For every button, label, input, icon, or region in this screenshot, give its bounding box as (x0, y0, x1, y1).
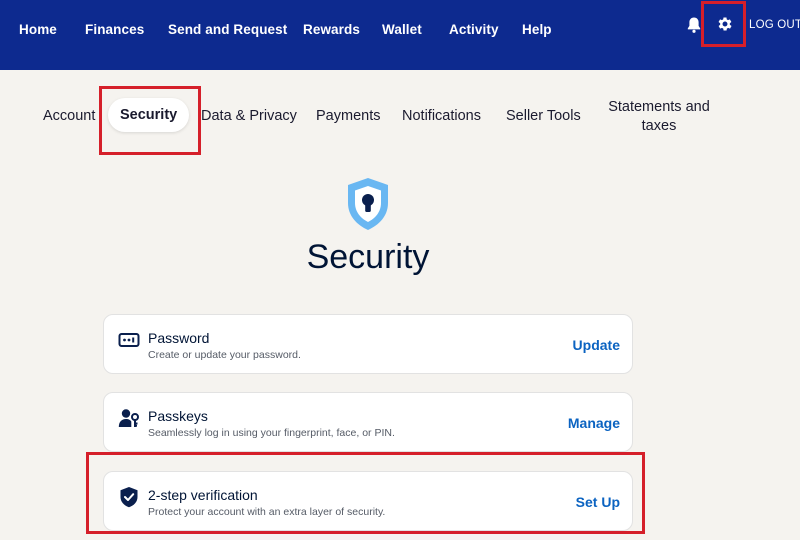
settings-highlight-box (701, 1, 746, 47)
nav-wallet[interactable]: Wallet (382, 22, 422, 37)
page-title: Security (306, 238, 430, 276)
passkeys-card: Passkeys Seamlessly log in using your fi… (103, 392, 633, 452)
password-description: Create or update your password. (148, 349, 301, 361)
tab-account[interactable]: Account (43, 108, 95, 124)
tab-statements-and-taxes[interactable]: Statements and taxes (604, 98, 714, 136)
nav-rewards[interactable]: Rewards (303, 22, 360, 37)
security-tab-highlight-box (99, 86, 201, 155)
nav-activity[interactable]: Activity (449, 22, 499, 37)
bell-icon[interactable] (686, 16, 702, 34)
password-icon (118, 333, 140, 347)
update-password-link[interactable]: Update (573, 337, 620, 353)
passkeys-description: Seamlessly log in using your fingerprint… (148, 427, 395, 439)
password-title: Password (148, 330, 210, 346)
passkey-icon (118, 409, 139, 427)
top-navigation-bar: Home Finances Send and Request Rewards W… (0, 0, 800, 70)
shield-keyhole-icon (348, 178, 388, 230)
tab-seller-tools[interactable]: Seller Tools (506, 108, 581, 124)
logout-link[interactable]: LOG OUT (749, 19, 800, 31)
tab-payments[interactable]: Payments (316, 108, 380, 124)
tab-notifications[interactable]: Notifications (402, 108, 481, 124)
tab-data-privacy[interactable]: Data & Privacy (201, 108, 297, 124)
password-card: Password Create or update your password.… (103, 314, 633, 374)
manage-passkeys-link[interactable]: Manage (568, 415, 620, 431)
passkeys-title: Passkeys (148, 408, 208, 424)
nav-help[interactable]: Help (522, 22, 552, 37)
nav-finances[interactable]: Finances (85, 22, 144, 37)
nav-home[interactable]: Home (19, 22, 57, 37)
nav-send-and-request[interactable]: Send and Request (168, 22, 287, 37)
two-step-highlight-box (86, 452, 645, 534)
